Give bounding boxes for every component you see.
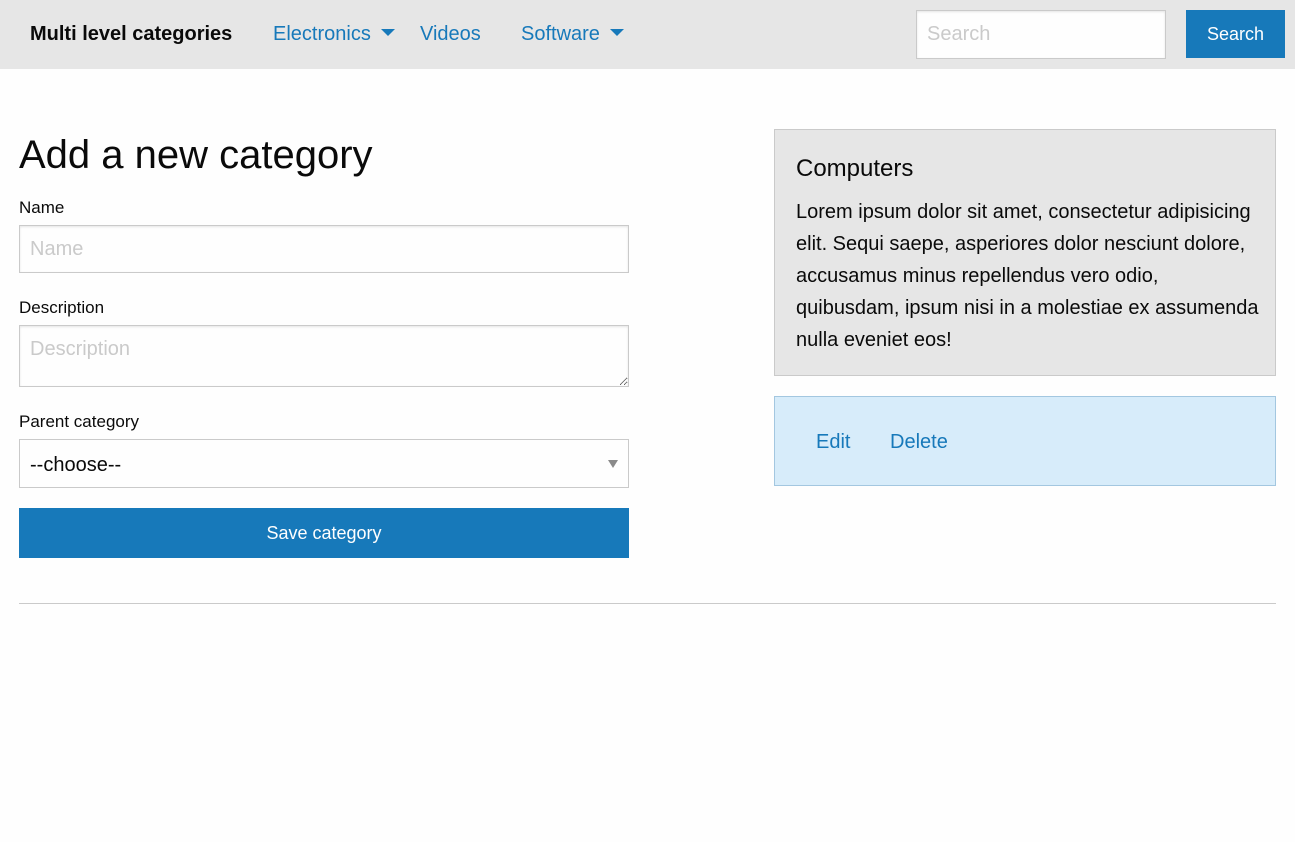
search-button[interactable]: Search [1186, 10, 1285, 58]
nav-item-label: Software [521, 23, 600, 45]
category-title: Computers [796, 155, 914, 182]
nav-item-label: Electronics [273, 23, 371, 45]
nav-item-software[interactable]: Software [521, 22, 624, 46]
caret-down-icon [380, 29, 395, 37]
name-label: Name [19, 198, 65, 217]
parent-category-select[interactable]: --choose-- [19, 439, 629, 488]
edit-link[interactable]: Edit [816, 430, 850, 454]
caret-down-icon [609, 29, 624, 37]
nav-item-electronics[interactable]: Electronics [273, 22, 395, 46]
description-label: Description [19, 298, 105, 317]
brand-title: Multi level categories [30, 23, 233, 45]
save-category-button[interactable]: Save category [19, 508, 629, 558]
divider [19, 603, 1276, 604]
delete-link[interactable]: Delete [890, 430, 948, 454]
search-input[interactable] [916, 10, 1166, 59]
category-actions: Edit Delete [774, 396, 1276, 486]
description-field[interactable] [19, 325, 629, 387]
category-card: Computers Lorem ipsum dolor sit amet, co… [774, 129, 1276, 376]
parent-category-label: Parent category [19, 412, 140, 431]
select-arrow-icon [608, 460, 618, 468]
select-value: --choose-- [30, 454, 122, 476]
nav-item-videos[interactable]: Videos [420, 22, 481, 46]
page-title: Add a new category [19, 133, 373, 177]
nav-item-label: Videos [420, 23, 481, 45]
name-field[interactable] [19, 225, 629, 273]
top-bar: Multi level categories Electronics Video… [0, 0, 1295, 69]
category-description: Lorem ipsum dolor sit amet, consectetur … [796, 201, 1259, 351]
